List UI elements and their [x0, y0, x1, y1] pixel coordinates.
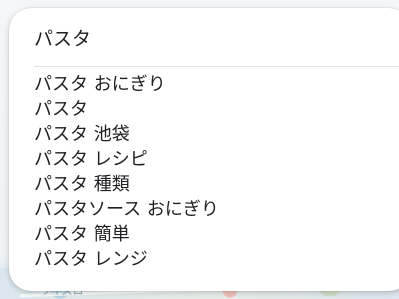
- search-bar: [9, 8, 399, 66]
- search-suggestion-panel: パスタ おにぎり パスタ パスタ 池袋 パスタ レシピ パスタ 種類 パスタソー…: [9, 8, 399, 291]
- search-input[interactable]: [34, 24, 374, 50]
- suggestion-item[interactable]: パスタ レンジ: [9, 247, 399, 272]
- suggestion-list: パスタ おにぎり パスタ パスタ 池袋 パスタ レシピ パスタ 種類 パスタソー…: [9, 72, 399, 272]
- suggestion-item[interactable]: パスタ: [9, 97, 399, 122]
- suggestion-item[interactable]: パスタ レシピ: [9, 147, 399, 172]
- divider: [34, 66, 399, 67]
- suggestion-item[interactable]: パスタ 池袋: [9, 122, 399, 147]
- suggestion-item[interactable]: パスタ おにぎり: [9, 72, 399, 97]
- suggestion-item[interactable]: パスタソース おにぎり: [9, 197, 399, 222]
- suggestion-item[interactable]: パスタ 種類: [9, 172, 399, 197]
- suggestion-item[interactable]: パスタ 簡単: [9, 222, 399, 247]
